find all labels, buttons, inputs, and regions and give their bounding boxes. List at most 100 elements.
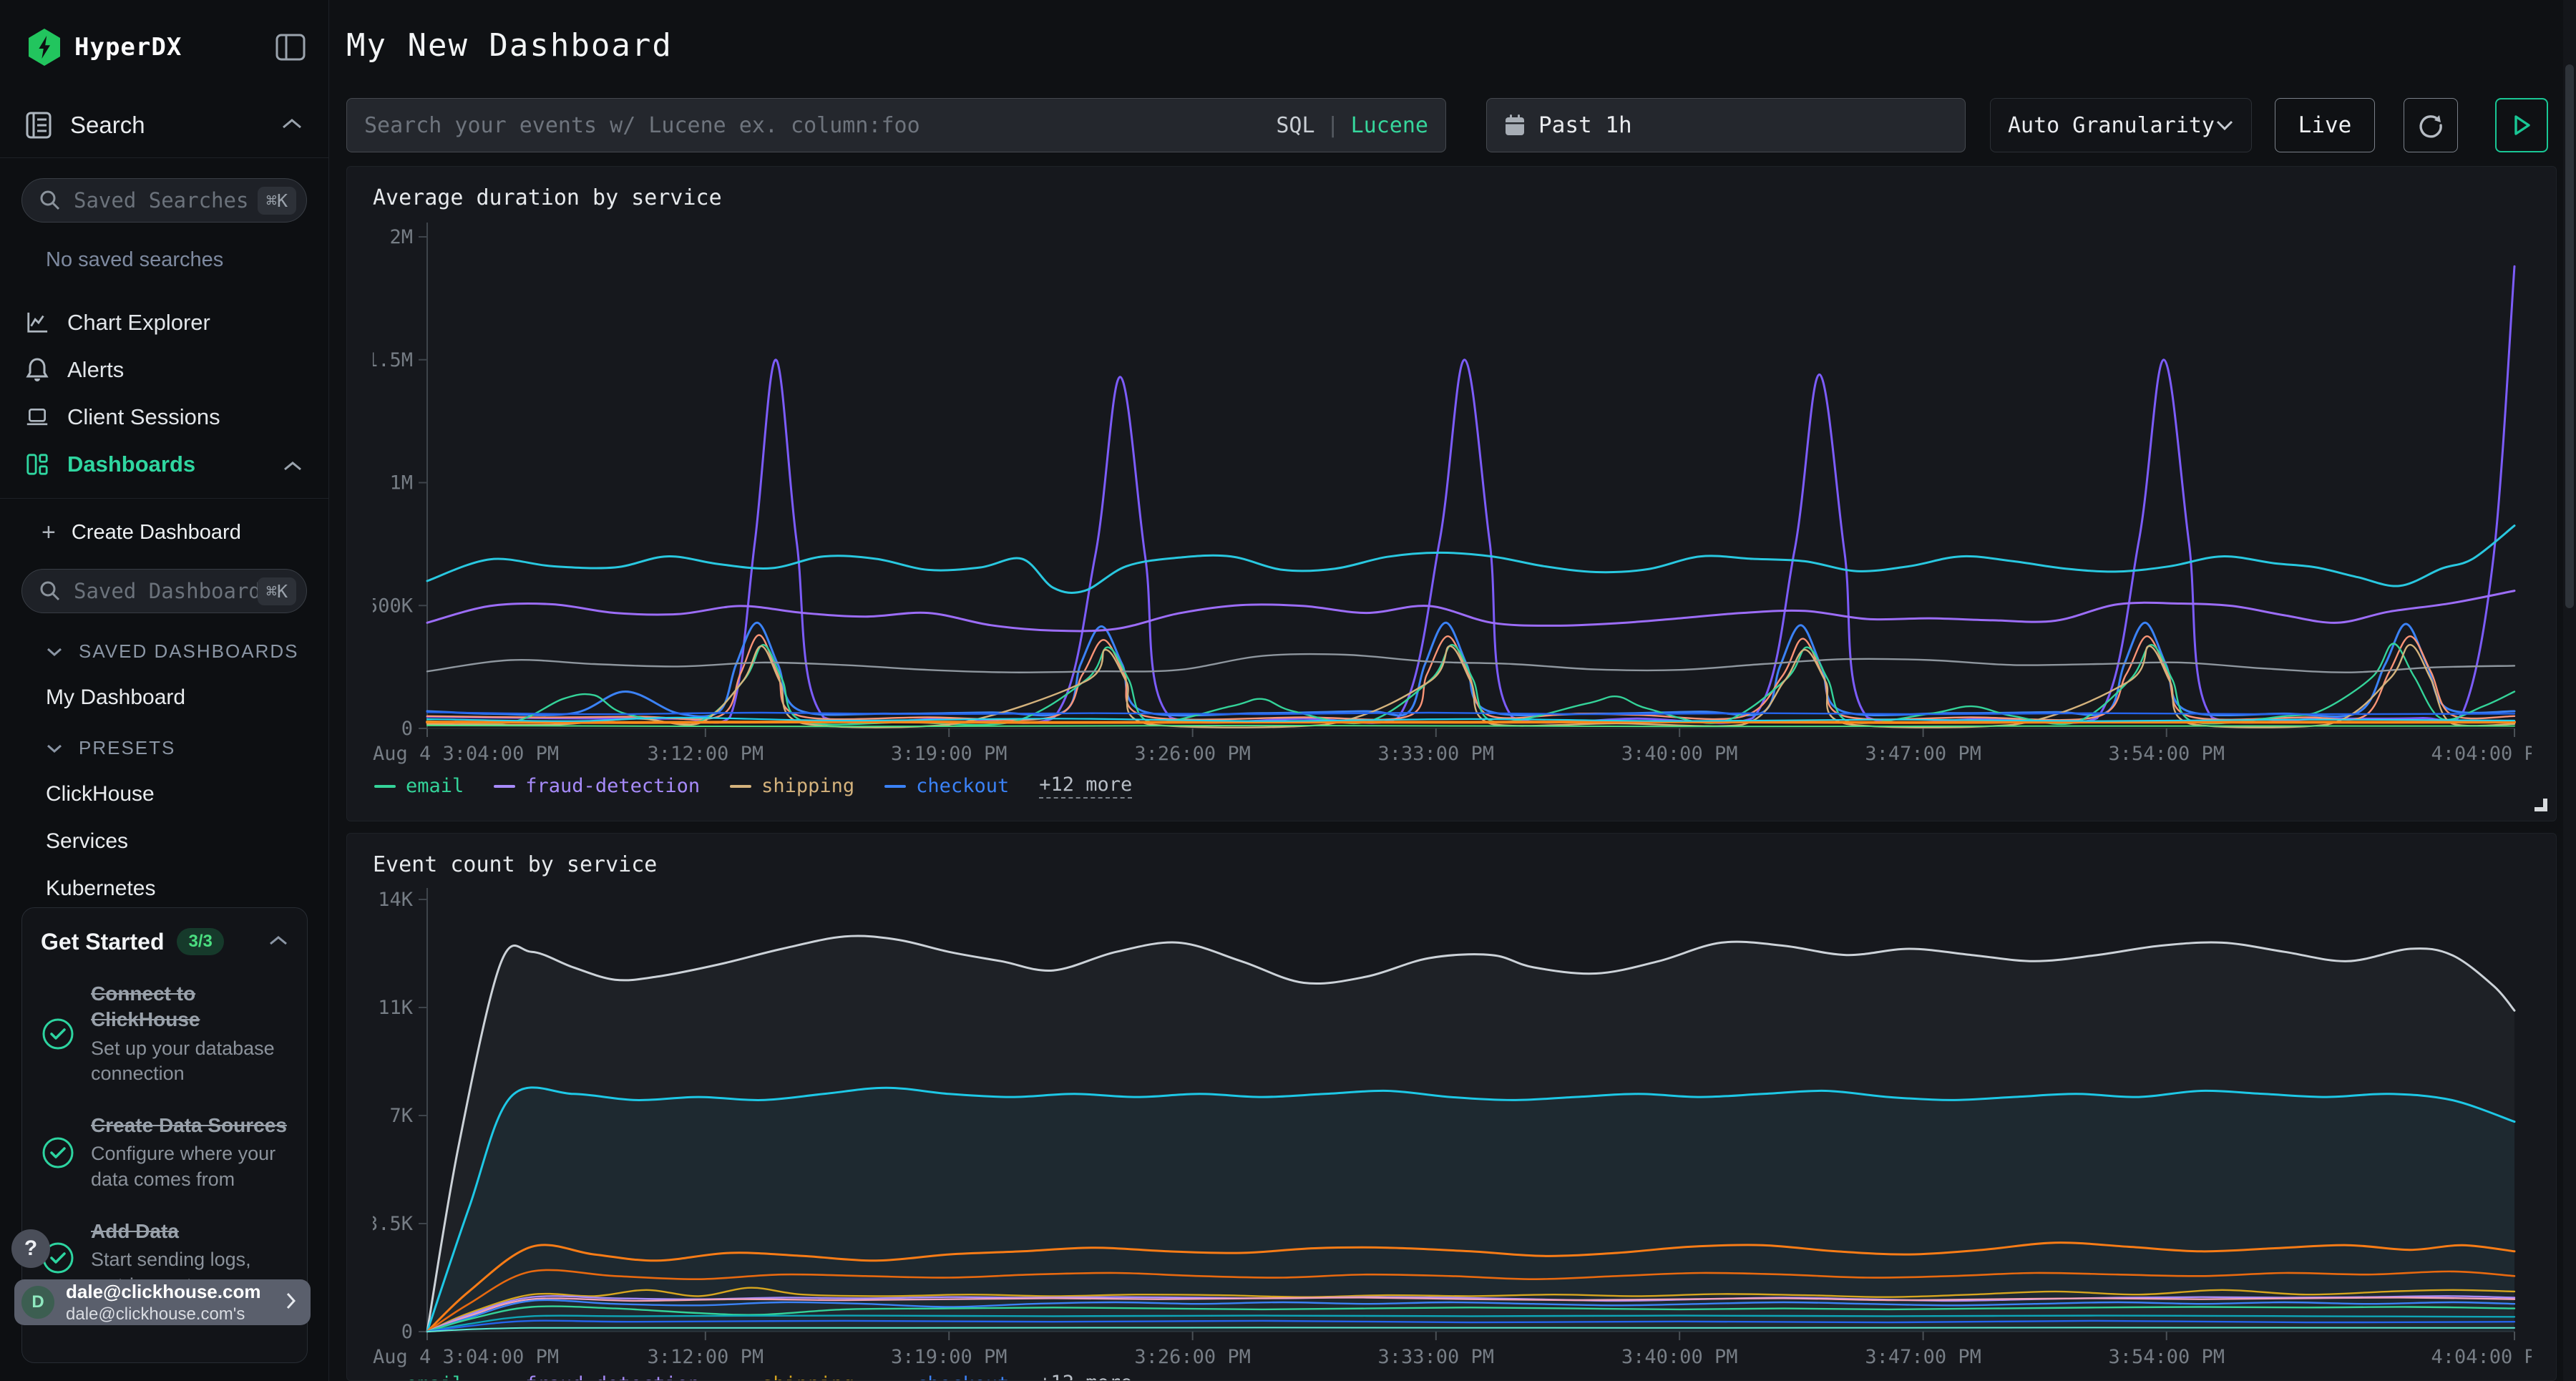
chevron-down-icon <box>2215 119 2234 131</box>
sidebar-item-services[interactable]: Services <box>46 829 328 854</box>
chart-title[interactable]: Event count by service <box>373 852 657 877</box>
user-email: dale@clickhouse.com <box>66 1281 260 1303</box>
presets-group-header[interactable]: PRESETS <box>46 737 328 759</box>
svg-text:4:04:00 PM: 4:04:00 PM <box>2431 1346 2532 1368</box>
sidebar-item-dashboards[interactable]: Dashboards <box>0 441 328 488</box>
page-title: My New Dashboard <box>346 27 673 64</box>
dashboards-grid-icon <box>26 452 49 477</box>
svg-text:3:40:00 PM: 3:40:00 PM <box>1621 1346 1738 1368</box>
get-started-item-title: Add Data <box>91 1219 288 1244</box>
page-scrollbar[interactable] <box>2563 0 2576 1381</box>
saved-dashboards-shortcut: ⌘K <box>258 577 296 605</box>
sidebar-section-search[interactable]: Search <box>0 100 328 150</box>
svg-text:3.5K: 3.5K <box>373 1213 414 1235</box>
laptop-icon <box>26 406 49 429</box>
legend-item[interactable]: checkout <box>884 775 1009 797</box>
chevron-down-icon <box>46 743 63 753</box>
chevron-up-icon <box>281 117 303 134</box>
saved-searches-shortcut: ⌘K <box>258 187 296 215</box>
sidebar-collapse-icon[interactable] <box>275 34 306 61</box>
chevron-up-icon[interactable] <box>268 935 288 950</box>
sidebar-item-client-sessions[interactable]: Client Sessions <box>0 394 328 441</box>
legend-item[interactable]: shipping <box>730 1373 854 1381</box>
panel-resize-handle[interactable] <box>2530 794 2547 815</box>
presets-group-label: PRESETS <box>79 737 175 759</box>
language-divider: | <box>1327 113 1340 138</box>
sidebar-item-chart-explorer[interactable]: Chart Explorer <box>0 299 328 346</box>
sidebar-item-label: Chart Explorer <box>67 310 210 336</box>
legend-more-link[interactable]: +12 more <box>1039 1372 1132 1381</box>
svg-text:3:12:00 PM: 3:12:00 PM <box>648 743 764 765</box>
chart-title[interactable]: Average duration by service <box>373 185 722 210</box>
get-started-item-desc: Configure where your data comes from <box>91 1141 288 1192</box>
svg-text:7K: 7K <box>389 1105 413 1127</box>
svg-text:3:54:00 PM: 3:54:00 PM <box>2108 1346 2225 1368</box>
chevron-up-icon <box>283 452 303 477</box>
get-started-item-connect[interactable]: Connect to ClickHouse Set up your databa… <box>41 981 288 1087</box>
sidebar-section-search-label: Search <box>70 112 145 139</box>
svg-text:Aug 4 3:04:00 PM: Aug 4 3:04:00 PM <box>373 743 559 765</box>
sidebar: HyperDX Search Saved Searches ⌘K No save… <box>0 0 329 1381</box>
saved-dashboards-group-label: SAVED DASHBOARDS <box>79 640 298 663</box>
line-chart-average-duration[interactable]: 0500K1M1.5M2MAug 4 3:04:00 PM3:12:00 PM3… <box>373 223 2532 770</box>
chart-explorer-icon <box>26 311 49 335</box>
legend-item[interactable]: email <box>374 775 464 797</box>
legend-item[interactable]: email <box>374 1373 464 1381</box>
scrollbar-thumb[interactable] <box>2565 64 2574 608</box>
sidebar-item-my-dashboard[interactable]: My Dashboard <box>46 685 328 710</box>
check-circle-icon <box>41 1136 75 1170</box>
svg-text:14K: 14K <box>378 889 414 911</box>
help-button[interactable]: ? <box>11 1229 50 1268</box>
time-range-picker[interactable]: Past 1h <box>1486 98 1966 152</box>
svg-text:11K: 11K <box>378 997 414 1019</box>
svg-text:3:26:00 PM: 3:26:00 PM <box>1134 743 1251 765</box>
sidebar-nav: Chart Explorer Alerts Client Sessions Da… <box>0 299 328 488</box>
saved-searches-input[interactable]: Saved Searches ⌘K <box>21 178 307 223</box>
svg-text:500K: 500K <box>373 595 414 617</box>
refresh-button[interactable] <box>2404 98 2458 152</box>
no-saved-searches-label: No saved searches <box>46 248 328 272</box>
language-lucene-toggle[interactable]: Lucene <box>1351 113 1428 138</box>
saved-searches-placeholder: Saved Searches <box>74 188 258 213</box>
user-menu[interactable]: D dale@clickhouse.com dale@clickhouse.co… <box>14 1279 311 1325</box>
language-sql-toggle[interactable]: SQL <box>1276 113 1314 138</box>
sidebar-item-clickhouse[interactable]: ClickHouse <box>46 782 328 806</box>
legend-item[interactable]: shipping <box>730 775 854 797</box>
legend-item[interactable]: fraud-detection <box>494 775 700 797</box>
svg-text:3:54:00 PM: 3:54:00 PM <box>2108 743 2225 765</box>
get-started-item-title: Connect to ClickHouse <box>91 981 288 1033</box>
get-started-item-sources[interactable]: Create Data Sources Configure where your… <box>41 1113 288 1193</box>
search-icon <box>39 580 61 602</box>
svg-text:4:04:00 PM: 4:04:00 PM <box>2431 743 2532 765</box>
dashboard-controls: Search your events w/ Lucene ex. column:… <box>346 98 2548 152</box>
event-search-input[interactable]: Search your events w/ Lucene ex. column:… <box>346 98 1446 152</box>
create-dashboard-label: Create Dashboard <box>72 521 241 545</box>
legend-swatch <box>494 785 515 788</box>
avatar: D <box>21 1286 54 1319</box>
line-chart-event-count[interactable]: 03.5K7K11K14KAug 4 3:04:00 PM3:12:00 PM3… <box>373 888 2532 1381</box>
create-dashboard-button[interactable]: + Create Dashboard <box>0 510 328 555</box>
legend-swatch <box>730 785 751 788</box>
time-range-value: Past 1h <box>1538 112 1632 138</box>
legend-swatch <box>374 785 396 788</box>
play-icon <box>2511 113 2532 137</box>
live-button[interactable]: Live <box>2275 98 2375 152</box>
svg-text:3:33:00 PM: 3:33:00 PM <box>1378 1346 1495 1368</box>
get-started-item-desc: Set up your database connection <box>91 1036 288 1087</box>
legend-item[interactable]: fraud-detection <box>494 1373 700 1381</box>
svg-text:Aug 4 3:04:00 PM: Aug 4 3:04:00 PM <box>373 1346 559 1368</box>
legend-more-link[interactable]: +12 more <box>1039 774 1132 799</box>
hyperdx-logo[interactable]: HyperDX <box>27 29 182 66</box>
sidebar-item-alerts[interactable]: Alerts <box>0 346 328 394</box>
saved-dashboards-group-header[interactable]: SAVED DASHBOARDS <box>46 640 328 663</box>
legend-item[interactable]: checkout <box>884 1373 1009 1381</box>
refresh-icon <box>2417 112 2444 139</box>
search-icon <box>39 190 61 211</box>
sidebar-item-kubernetes[interactable]: Kubernetes <box>46 877 328 901</box>
run-query-button[interactable] <box>2495 98 2548 152</box>
granularity-select[interactable]: Auto Granularity <box>1990 98 2252 152</box>
divider <box>0 498 328 499</box>
svg-text:2M: 2M <box>389 226 413 248</box>
saved-dashboards-input[interactable]: Saved Dashboards ⌘K <box>21 569 307 613</box>
chart-legend: email fraud-detection shipping checkout +12 … <box>374 774 1132 799</box>
